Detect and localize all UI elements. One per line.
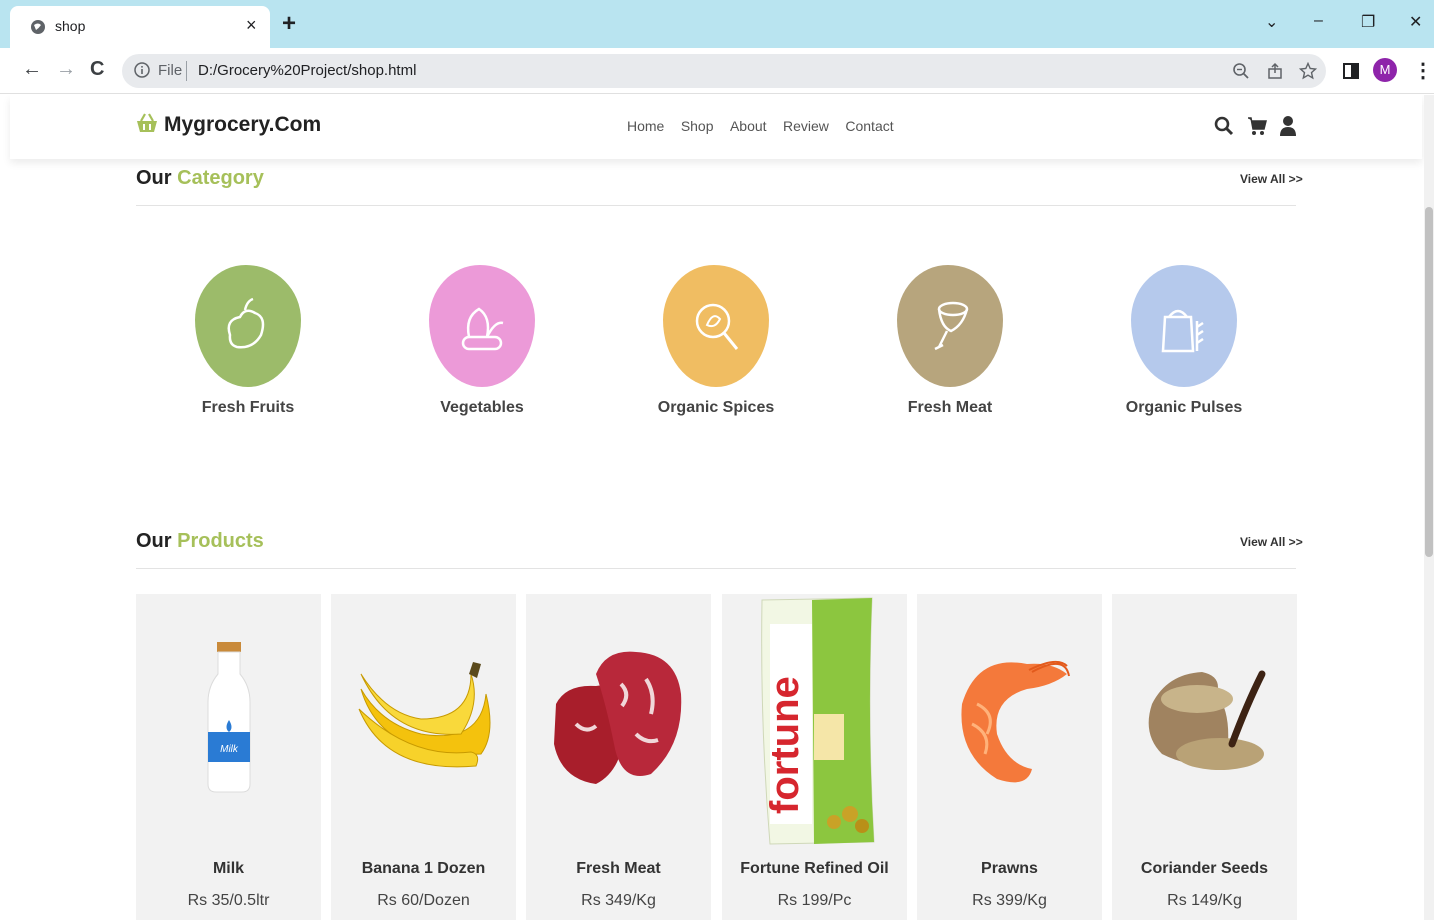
minimize-icon[interactable]: – (1314, 12, 1323, 30)
globe-icon (31, 20, 45, 34)
tab-title: shop (55, 18, 86, 34)
side-panel-icon[interactable] (1342, 62, 1360, 80)
product-card-prawns[interactable]: Prawns Rs 399/Kg (917, 594, 1102, 920)
new-tab-icon[interactable]: + (282, 10, 296, 38)
page-viewport: Mygrocery.Com Home Shop About Review Con… (0, 95, 1424, 920)
product-name: Fresh Meat (576, 860, 661, 877)
product-card-fortune-oil[interactable]: fortune Fortune Refined Oil Rs 199/Pc (722, 594, 907, 920)
tab-close-icon[interactable]: × (246, 15, 257, 36)
product-price: Rs 399/Kg (972, 892, 1047, 909)
browser-toolbar: ← → C File D:/Grocery%20Project/shop.htm… (0, 48, 1434, 94)
address-prefix: File (158, 62, 183, 79)
browser-tab-bar: shop × + ⌄ – ❐ ✕ (0, 0, 1434, 48)
category-vegetables[interactable]: Vegetables (382, 265, 582, 417)
seeds-sack-icon (1148, 670, 1266, 770)
product-name: Banana 1 Dozen (361, 860, 486, 877)
restore-icon[interactable]: ❐ (1361, 12, 1375, 32)
banana-icon (358, 662, 491, 768)
meat-icon (897, 265, 1003, 387)
category-section-title: Our Category (136, 167, 264, 189)
info-icon[interactable] (134, 62, 150, 78)
product-card-coriander-seeds[interactable]: Coriander Seeds Rs 149/Kg (1112, 594, 1297, 920)
share-icon[interactable] (1266, 62, 1284, 80)
pulse-icon (1131, 265, 1237, 387)
meat-icon (554, 651, 682, 784)
address-bar[interactable]: File D:/Grocery%20Project/shop.html (122, 54, 1326, 88)
product-card-fresh-meat[interactable]: Fresh Meat Rs 349/Kg (526, 594, 711, 920)
profile-avatar[interactable]: M (1373, 58, 1397, 82)
search-icon[interactable] (1214, 115, 1234, 137)
nav-contact[interactable]: Contact (845, 118, 893, 134)
zoom-icon[interactable] (1232, 62, 1250, 80)
category-fresh-meat[interactable]: Fresh Meat (850, 265, 1050, 417)
product-card-banana[interactable]: Banana 1 Dozen Rs 60/Dozen (331, 594, 516, 920)
nav-home[interactable]: Home (627, 118, 664, 134)
tab-shop[interactable]: shop × (10, 6, 270, 48)
product-price: Rs 35/0.5ltr (187, 892, 270, 909)
category-fresh-fruits[interactable]: Fresh Fruits (148, 265, 348, 417)
category-view-all-link[interactable]: View All >> (1240, 172, 1303, 186)
logo-text: Mygrocery.Com (164, 113, 322, 136)
svg-text:Milk: Milk (220, 744, 239, 755)
cart-icon[interactable] (1247, 115, 1267, 137)
product-price: Rs 199/Pc (777, 892, 852, 909)
prawn-icon (961, 660, 1070, 783)
main-nav: Home Shop About Review Contact (627, 118, 906, 136)
reload-icon[interactable]: C (90, 58, 104, 81)
nav-review[interactable]: Review (783, 118, 829, 134)
back-icon[interactable]: ← (22, 58, 42, 81)
forward-icon[interactable]: → (56, 58, 76, 81)
category-name: Organic Spices (657, 399, 775, 416)
category-name: Vegetables (440, 399, 524, 416)
product-card-milk[interactable]: Milk Milk Rs 35/0.5ltr (136, 594, 321, 920)
nav-about[interactable]: About (730, 118, 767, 134)
product-price: Rs 60/Dozen (377, 892, 470, 909)
category-divider (136, 205, 1296, 206)
tab-search-icon[interactable]: ⌄ (1265, 12, 1278, 32)
category-name: Fresh Meat (907, 399, 993, 416)
product-name: Coriander Seeds (1140, 860, 1269, 877)
milk-bottle-icon: Milk (207, 642, 251, 793)
fruit-icon (195, 265, 301, 387)
bookmark-star-icon[interactable] (1299, 62, 1317, 80)
products-view-all-link[interactable]: View All >> (1240, 535, 1303, 549)
site-logo[interactable]: Mygrocery.Com (136, 113, 321, 137)
oil-pack-icon: fortune (761, 597, 875, 845)
products-section-title: Our Products (136, 530, 264, 552)
vegetable-icon (429, 265, 535, 387)
product-name: Prawns (981, 860, 1038, 877)
url-text[interactable]: D:/Grocery%20Project/shop.html (198, 62, 416, 79)
address-separator (186, 61, 187, 81)
product-name: Milk (212, 860, 245, 877)
user-icon[interactable] (1278, 115, 1298, 137)
category-organic-spices[interactable]: Organic Spices (616, 265, 816, 417)
page-scrollbar[interactable] (1424, 95, 1434, 920)
close-window-icon[interactable]: ✕ (1409, 12, 1422, 32)
product-price: Rs 149/Kg (1167, 892, 1242, 909)
category-organic-pulses[interactable]: Organic Pulses (1084, 265, 1284, 417)
basket-icon (137, 113, 157, 132)
menu-kebab-icon[interactable]: ⋮ (1413, 58, 1433, 83)
spice-icon (663, 265, 769, 387)
nav-shop[interactable]: Shop (681, 118, 714, 134)
scrollbar-thumb[interactable] (1425, 207, 1433, 557)
product-name: Fortune Refined Oil (740, 860, 889, 877)
site-header: Mygrocery.Com Home Shop About Review Con… (10, 95, 1422, 159)
category-name: Fresh Fruits (201, 399, 295, 416)
product-price: Rs 349/Kg (581, 892, 656, 909)
oil-pack-label: fortune (763, 676, 807, 814)
category-name: Organic Pulses (1125, 399, 1243, 416)
products-divider (136, 568, 1296, 569)
